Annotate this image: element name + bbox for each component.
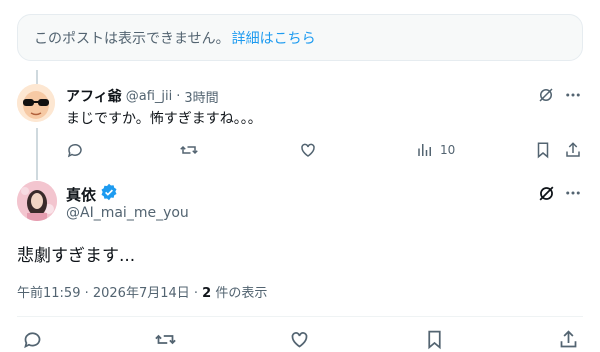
like-icon[interactable] — [289, 329, 310, 350]
thread-line — [36, 70, 38, 84]
avatar[interactable] — [17, 84, 55, 122]
main-author-name[interactable]: 真依 — [66, 184, 96, 205]
view-count: 2 — [202, 286, 212, 301]
notice-text: このポストは表示できません。 — [34, 30, 230, 47]
main-author: 真依 — [66, 183, 118, 205]
timestamp-text[interactable]: 午前11:59 · 2026年7月14日 · — [17, 286, 202, 301]
meta-separator: · — [176, 88, 181, 104]
more-options-icon[interactable] — [564, 184, 582, 202]
views-icon — [418, 144, 431, 156]
views-button[interactable]: 10 — [416, 141, 455, 159]
share-icon[interactable] — [564, 141, 582, 159]
verified-badge-icon — [100, 183, 118, 205]
divider — [17, 316, 583, 317]
thread-line — [36, 128, 38, 180]
reply-text: まじですか。怖すぎますね。。。 — [66, 111, 262, 127]
reply-time[interactable]: 3時間 — [184, 87, 218, 106]
reply-handle[interactable]: @afi_jii — [126, 89, 173, 104]
share-icon[interactable] — [558, 329, 579, 350]
reply-icon[interactable] — [22, 329, 43, 350]
post-text: 悲劇すぎます... — [17, 246, 136, 266]
avatar-image — [17, 181, 57, 221]
reply-author-name[interactable]: アフィ爺 — [66, 86, 122, 106]
reply-header: アフィ爺 @afi_jii · 3時間 — [66, 86, 219, 106]
repost-icon[interactable] — [155, 329, 176, 350]
view-suffix: 件の表示 — [211, 286, 268, 301]
unavailable-post-notice: このポストは表示できません。 詳細はこちら — [17, 14, 583, 61]
bookmark-icon[interactable] — [424, 329, 445, 350]
avatar-image — [17, 84, 55, 122]
avatar[interactable] — [17, 181, 57, 221]
more-options-icon[interactable] — [564, 86, 582, 104]
repost-icon[interactable] — [180, 141, 198, 159]
learn-more-link[interactable]: 詳細はこちら — [232, 28, 316, 48]
views-count: 10 — [440, 143, 456, 157]
like-icon[interactable] — [299, 141, 317, 159]
reply-icon[interactable] — [66, 141, 84, 159]
main-author-handle[interactable]: @AI_mai_me_you — [66, 205, 189, 221]
post-timestamp: 午前11:59 · 2026年7月14日 · 2 件の表示 — [17, 282, 267, 301]
grok-icon[interactable] — [537, 86, 555, 104]
bookmark-icon[interactable] — [534, 141, 552, 159]
grok-icon[interactable] — [537, 184, 556, 203]
